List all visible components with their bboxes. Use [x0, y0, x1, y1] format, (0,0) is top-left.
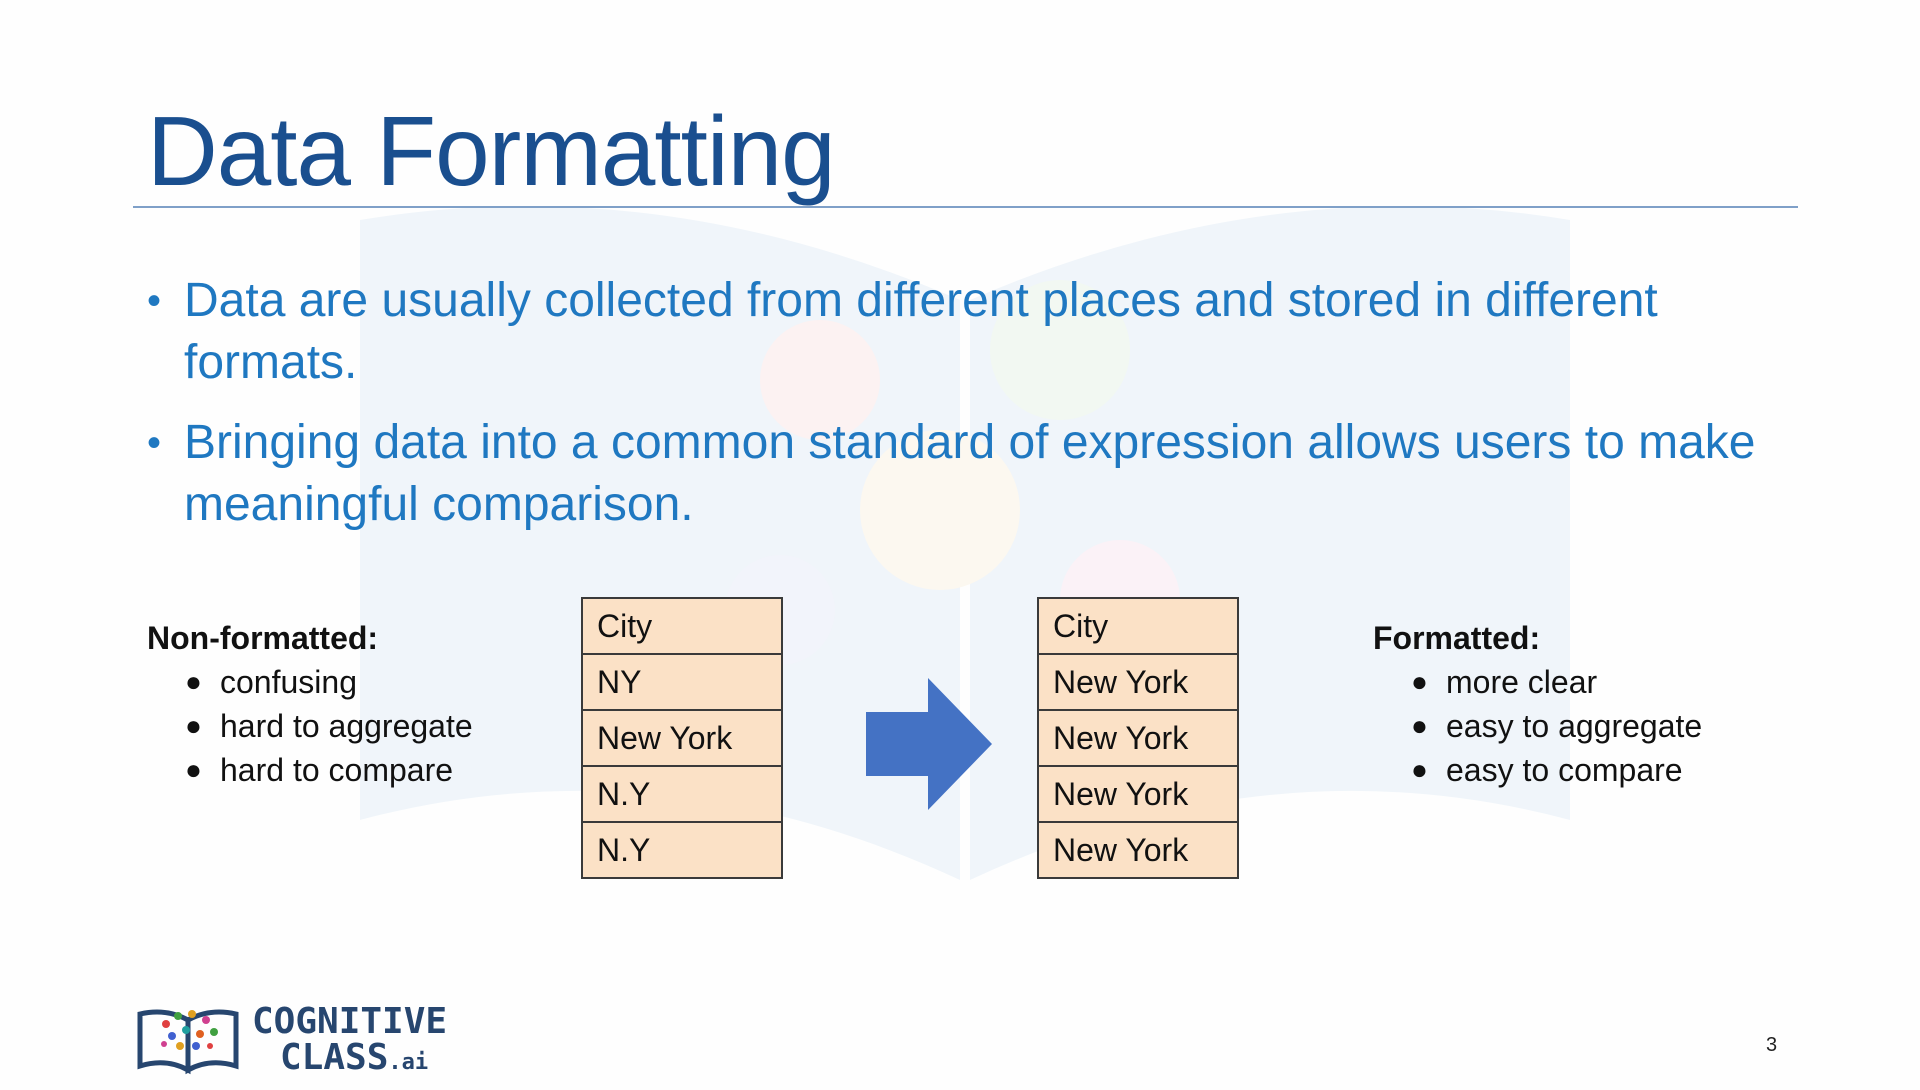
bullet-text: Data are usually collected from differen… [184, 274, 1658, 389]
bullet-item: • Data are usually collected from differ… [147, 270, 1797, 394]
bullet-text: Bringing data into a common standard of … [184, 416, 1756, 531]
slide: Data Formatting • Data are usually colle… [0, 0, 1920, 1090]
bullet-dot-icon: ● [1411, 666, 1428, 697]
list-item: ● easy to aggregate [1411, 704, 1702, 748]
table-row: New York [1037, 709, 1239, 767]
formatted-block: Formatted: ● more clear ● easy to aggregat… [1373, 616, 1702, 792]
table-header-cell: City [1037, 597, 1239, 655]
table-row: New York [1037, 653, 1239, 711]
list-item-text: more clear [1446, 664, 1598, 700]
non-formatted-heading: Non-formatted: [147, 620, 379, 656]
list-item: ● confusing [185, 660, 473, 704]
logo-line-1: COGNITIVE [252, 1001, 448, 1042]
main-bullet-list: • Data are usually collected from differ… [147, 270, 1797, 554]
formatted-list: ● more clear ● easy to aggregate ● easy to … [1373, 660, 1702, 792]
list-item: ● hard to compare [185, 748, 473, 792]
bullet-dot-icon: • [147, 421, 162, 465]
logo-line-2: CLASS.ai [252, 1040, 447, 1081]
list-item: ● easy to compare [1411, 748, 1702, 792]
formatted-city-table: City New York New York New York New York [1037, 597, 1239, 879]
slide-title: Data Formatting [147, 96, 836, 206]
table-row: New York [1037, 765, 1239, 823]
right-arrow-icon [866, 678, 992, 810]
logo-ai-suffix: .ai [388, 1050, 429, 1075]
table-header-cell: City [581, 597, 783, 655]
table-cell: N.Y [581, 765, 783, 823]
table-row: NY [581, 653, 783, 711]
table-header-row: City [581, 597, 783, 655]
list-item: ● more clear [1411, 660, 1702, 704]
bullet-dot-icon: ● [185, 754, 202, 785]
table-cell: NY [581, 653, 783, 711]
table-row: New York [581, 709, 783, 767]
bullet-item: • Bringing data into a common standard o… [147, 412, 1797, 536]
list-item-text: easy to aggregate [1446, 708, 1703, 744]
non-formatted-block: Non-formatted: ● confusing ● hard to aggre… [147, 616, 473, 792]
table-cell: New York [1037, 653, 1239, 711]
table-row: N.Y [581, 765, 783, 823]
non-formatted-list: ● confusing ● hard to aggregate ● hard to c… [147, 660, 473, 792]
list-item-text: hard to compare [220, 752, 454, 788]
bullet-dot-icon: ● [185, 666, 202, 697]
list-item-text: easy to compare [1446, 752, 1683, 788]
bullet-dot-icon: ● [1411, 710, 1428, 741]
logo-wordmark: COGNITIVE CLASS.ai [252, 1004, 447, 1081]
table-cell: New York [1037, 821, 1239, 879]
list-item: ● hard to aggregate [185, 704, 473, 748]
table-cell: New York [1037, 765, 1239, 823]
table-row: New York [1037, 821, 1239, 879]
list-item-text: hard to aggregate [220, 708, 473, 744]
table-cell: New York [581, 709, 783, 767]
formatted-heading: Formatted: [1373, 620, 1541, 656]
bullet-dot-icon: ● [185, 710, 202, 741]
title-divider [133, 206, 1798, 208]
table-header-row: City [1037, 597, 1239, 655]
table-cell: N.Y [581, 821, 783, 879]
list-item-text: confusing [220, 664, 357, 700]
page-number: 3 [1766, 1034, 1778, 1056]
logo-class-text: CLASS [280, 1037, 389, 1078]
table-cell: New York [1037, 709, 1239, 767]
non-formatted-city-table: City NY New York N.Y N.Y [581, 597, 783, 879]
bullet-dot-icon: ● [1411, 754, 1428, 785]
table-row: N.Y [581, 821, 783, 879]
bullet-dot-icon: • [147, 279, 162, 323]
